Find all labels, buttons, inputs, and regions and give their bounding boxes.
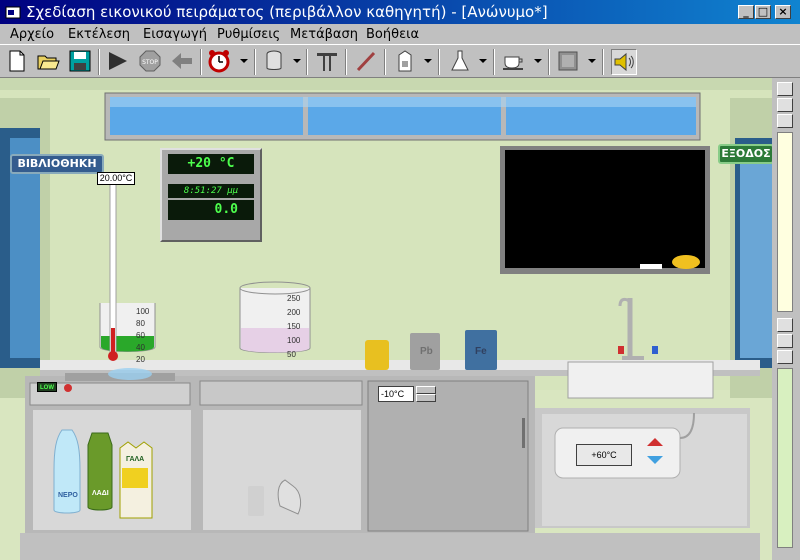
small-beaker-tick: 40: [136, 343, 145, 352]
close-button[interactable]: ×: [775, 5, 791, 19]
toolbar-separator: [345, 49, 347, 75]
svg-text:STOP: STOP: [142, 59, 158, 66]
panel-save-icon[interactable]: [777, 114, 793, 128]
block-dropdown-arrow[interactable]: [588, 59, 596, 63]
maximize-button[interactable]: □: [755, 5, 771, 19]
side-panel-strip: [772, 78, 800, 560]
toolbar-separator: [98, 49, 100, 75]
lab-background: [0, 78, 772, 560]
title-bar: Σχεδίαση εικονικού πειράματος (περιβάλλο…: [0, 0, 800, 24]
cup-dropdown-arrow[interactable]: [534, 59, 542, 63]
large-beaker-tick: 200: [287, 308, 301, 317]
flask-dropdown-arrow[interactable]: [479, 59, 487, 63]
small-beaker-tick: 80: [136, 319, 145, 328]
fridge-temperature-field[interactable]: -10°C: [378, 386, 414, 402]
stop-icon[interactable]: STOP: [138, 49, 162, 75]
bottle-label-oil: ΛΑΔΙ: [92, 490, 109, 497]
timer-display: 0.0: [168, 200, 254, 220]
panel-maximize-icon-2[interactable]: [777, 334, 793, 348]
cup-icon[interactable]: [502, 49, 526, 75]
new-file-icon[interactable]: [6, 49, 28, 75]
window-title: Σχεδίαση εικονικού πειράματος (περιβάλλο…: [26, 3, 548, 21]
toolbar-separator: [602, 49, 604, 75]
large-beaker-tick: 100: [287, 336, 301, 345]
save-icon[interactable]: [68, 49, 92, 75]
carton-dropdown-arrow[interactable]: [424, 59, 432, 63]
panel-save-icon-2[interactable]: [777, 350, 793, 364]
fridge-temp-up-button[interactable]: [416, 386, 436, 394]
play-icon[interactable]: [106, 49, 130, 75]
toolbar-separator: [438, 49, 440, 75]
stirring-rod-icon[interactable]: [354, 49, 378, 75]
large-beaker-tick: 150: [287, 322, 301, 331]
jar-label-iron: Fe: [475, 346, 487, 357]
toolbar-separator: [200, 49, 202, 75]
virtual-lab-scene: ΒΙΒΛΙΟΘΗΚΗ ΕΞΟΔΟΣ 20.00°C 100 80 60 40 2…: [0, 78, 772, 560]
alarm-clock-icon[interactable]: [207, 49, 233, 75]
toolbar-separator: [306, 49, 308, 75]
panel-restore-icon[interactable]: [777, 82, 793, 96]
toolbar: STOP: [0, 44, 800, 78]
toolbar-separator: [254, 49, 256, 75]
menu-run[interactable]: Εκτέλεση: [68, 27, 130, 42]
app-icon: [5, 6, 21, 19]
small-beaker-tick: 100: [136, 307, 150, 316]
small-beaker-scale: 100 80 60 40 20: [136, 306, 152, 366]
cylinder-icon[interactable]: [263, 49, 285, 75]
menu-settings[interactable]: Ρυθμίσεις: [217, 27, 280, 42]
exit-sign[interactable]: ΕΞΟΔΟΣ: [718, 144, 772, 164]
large-beaker-tick: 50: [287, 350, 296, 359]
menu-help[interactable]: Βοήθεια: [366, 27, 419, 42]
minimize-button[interactable]: _: [738, 5, 754, 19]
heater-temperature-display: +60°C: [576, 444, 632, 466]
large-beaker-scale: 250 200 150 100 50: [287, 292, 307, 362]
block-icon[interactable]: [556, 49, 580, 75]
room-temperature-display: +20 °C: [168, 154, 254, 174]
toolbar-separator: [493, 49, 495, 75]
toolbar-separator: [548, 49, 550, 75]
burner-control[interactable]: LOW: [37, 382, 57, 392]
cylinder-dropdown-arrow[interactable]: [293, 59, 301, 63]
carton-icon[interactable]: [394, 49, 416, 75]
side-panel-bar-top[interactable]: [777, 132, 793, 312]
clock-display: 8:51:27 μμ: [168, 184, 254, 198]
toolbar-separator: [384, 49, 386, 75]
bottle-label-water: ΝΕΡΟ: [58, 492, 78, 499]
wall-instrument-panel: +20 °C 8:51:27 μμ 0.0: [160, 148, 262, 242]
stand-icon[interactable]: [315, 49, 339, 75]
menu-insert[interactable]: Εισαγωγή: [143, 27, 207, 42]
jar-label-lead: Pb: [420, 346, 433, 357]
fridge-temp-down-button[interactable]: [416, 394, 436, 402]
menu-navigate[interactable]: Μετάβαση: [290, 27, 358, 42]
alarm-dropdown-arrow[interactable]: [240, 59, 248, 63]
speaker-icon[interactable]: [611, 49, 637, 75]
library-sign[interactable]: ΒΙΒΛΙΟΘΗΚΗ: [10, 154, 104, 174]
open-folder-icon[interactable]: [36, 49, 60, 75]
side-panel-bar-bottom[interactable]: [777, 368, 793, 548]
menu-bar: Αρχείο Εκτέλεση Εισαγωγή Ρυθμίσεις Μετάβ…: [0, 24, 800, 44]
small-beaker-tick: 60: [136, 331, 145, 340]
large-beaker-tick: 250: [287, 294, 301, 303]
small-beaker-tick: 20: [136, 355, 145, 364]
back-arrow-icon[interactable]: [170, 49, 194, 75]
menu-file[interactable]: Αρχείο: [10, 27, 54, 42]
thermometer-reading: 20.00°C: [97, 172, 135, 185]
panel-maximize-icon[interactable]: [777, 98, 793, 112]
burner-switch[interactable]: [64, 384, 72, 392]
bottle-label-milk: ΓΑΛΑ: [126, 456, 145, 463]
flask-icon[interactable]: [449, 49, 471, 75]
panel-restore-icon-2[interactable]: [777, 318, 793, 332]
